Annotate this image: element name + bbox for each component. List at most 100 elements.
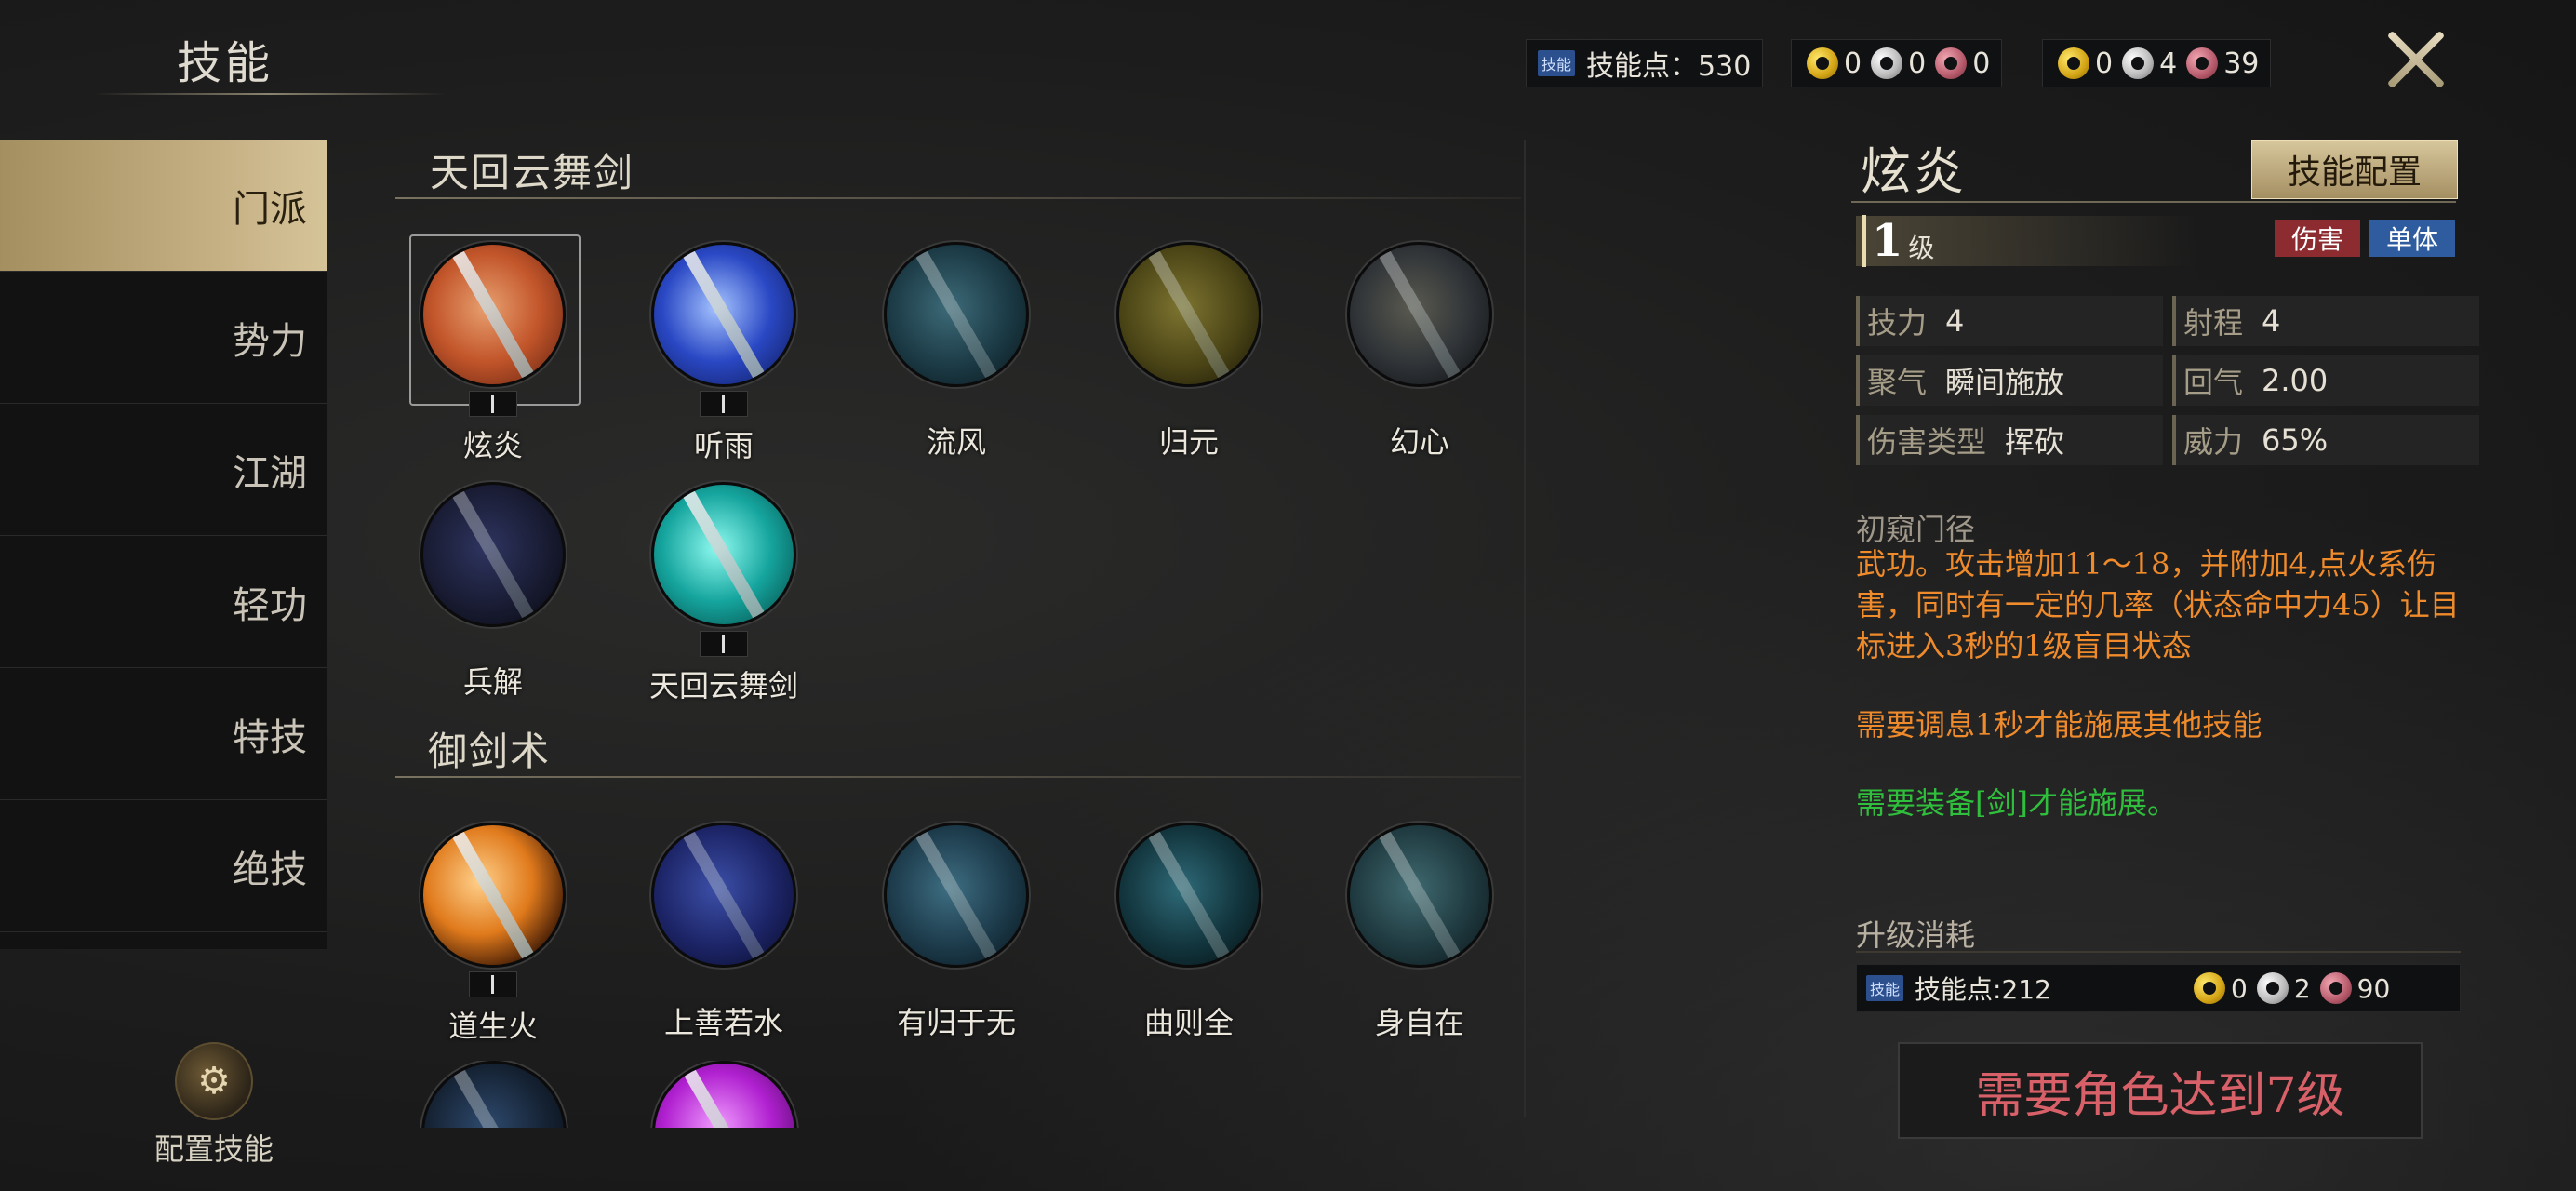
attr-charge: 聚气 瞬间施放 <box>1856 355 2163 406</box>
level-number: 1 <box>1862 215 1902 267</box>
gold-amount: 0 <box>1844 47 1862 80</box>
config-skill-button[interactable]: ⚙ 配置技能 <box>140 1042 288 1169</box>
skill-level-bar <box>469 971 517 997</box>
skill-name: 天回云舞剑 <box>648 668 798 703</box>
upgrade-cost-title: 升级消耗 <box>1856 917 1976 953</box>
attr-value: 挥砍 <box>2005 424 2065 460</box>
attr-might: 威力 65% <box>2172 415 2479 465</box>
attr-value: 65% <box>2262 422 2329 458</box>
currency-display-b: 0 4 39 <box>2042 39 2272 87</box>
skill-shangshan[interactable]: 上善若水 <box>645 823 803 1042</box>
flame-sword-icon <box>420 242 566 387</box>
damage-tag: 伤害 <box>2275 220 2360 257</box>
copper-amount: 0 <box>1972 47 1991 80</box>
copper-bound-icon <box>2186 47 2219 79</box>
skill-points-value: 技能点：530 <box>1586 50 1752 83</box>
skill-points-display: 技能 技能点：530 <box>1526 39 1764 87</box>
skill-detail-title: 炫炎 <box>1861 142 1967 201</box>
skill-name: 听雨 <box>693 428 754 463</box>
config-skill-label: 配置技能 <box>153 1131 274 1167</box>
skill-partial-icon[interactable] <box>421 1061 567 1128</box>
attr-regen: 回气 2.00 <box>2172 355 2479 406</box>
attr-value: 4 <box>1945 303 1965 339</box>
skill-level-bar <box>700 391 748 417</box>
skill-xuanyan[interactable]: 炫炎 <box>414 242 572 465</box>
section-title: 天回云舞剑 <box>430 150 635 195</box>
attr-label: 射程 <box>2172 296 2243 346</box>
skill-name: 幻心 <box>1389 424 1449 460</box>
close-icon[interactable] <box>2377 22 2451 97</box>
panel-divider <box>1524 140 1526 1117</box>
sidebar-item-faction[interactable]: 势力 <box>0 272 327 404</box>
skill-huanxin[interactable]: 幻心 <box>1341 242 1499 462</box>
return-sword-icon <box>1116 242 1261 387</box>
skill-quzequan[interactable]: 曲则全 <box>1110 823 1268 1042</box>
skill-level-bar <box>700 631 748 657</box>
detail-divider <box>1851 201 2456 203</box>
upgrade-copper: 90 <box>2356 972 2391 1004</box>
sidebar-item-label: 门派 <box>233 187 307 231</box>
cooldown-note: 需要调息1秒才能施展其他技能 <box>1856 707 2262 743</box>
skill-level-bar <box>469 391 517 417</box>
silver-bound-amount: 4 <box>2159 47 2178 80</box>
currency-display-a: 0 0 0 <box>1791 39 2003 87</box>
equipment-requirement: 需要装备[剑]才能施展。 <box>1856 785 2177 821</box>
silver-bound-icon <box>2122 47 2155 79</box>
skill-shenzizai[interactable]: 身自在 <box>1341 823 1499 1042</box>
upgrade-cost: 技能 技能点:212 0 2 90 <box>1856 964 2461 1012</box>
skill-name: 道生火 <box>447 1009 538 1044</box>
attr-power: 技力 4 <box>1856 296 2163 346</box>
skill-partial-icon[interactable] <box>652 1061 797 1128</box>
attr-label: 技力 <box>1856 296 1927 346</box>
skill-name: 流风 <box>926 424 986 460</box>
skill-guiyuan[interactable]: 归元 <box>1110 242 1268 462</box>
skill-name: 归元 <box>1158 424 1219 460</box>
single-target-tag: 单体 <box>2369 220 2455 257</box>
title-underline <box>93 93 447 95</box>
water-tao-icon <box>651 823 796 968</box>
attr-value: 瞬间施放 <box>1945 365 2065 400</box>
rain-sword-icon <box>651 242 796 387</box>
copper-coin-icon <box>1935 47 1968 79</box>
skill-tianhui[interactable]: 天回云舞剑 <box>645 482 803 705</box>
sidebar-item-label: 江湖 <box>233 451 307 495</box>
sidebar-item-label: 绝技 <box>233 848 307 891</box>
gold-bound-amount: 0 <box>2095 47 2114 80</box>
skill-yougui[interactable]: 有归于无 <box>877 823 1035 1042</box>
skill-name: 兵解 <box>462 664 523 700</box>
upgrade-gold: 0 <box>2231 972 2248 1004</box>
sidebar-item-special[interactable]: 特技 <box>0 668 327 800</box>
sidebar-item-qinggong[interactable]: 轻功 <box>0 536 327 668</box>
skill-name: 上善若水 <box>663 1005 783 1040</box>
silver-coin-icon <box>1871 47 1903 79</box>
config-skill-icon: ⚙ <box>175 1042 253 1120</box>
skill-config-button[interactable]: 技能配置 <box>2251 140 2458 199</box>
skill-liufeng[interactable]: 流风 <box>877 242 1035 462</box>
level-unit: 级 <box>1908 233 1935 263</box>
section-divider <box>395 776 1521 778</box>
wind-sword-icon <box>884 242 1029 387</box>
skill-row-partial <box>414 1061 1530 1128</box>
section-title: 御剑术 <box>428 729 552 774</box>
upgrade-divider <box>1856 951 2461 953</box>
skill-name: 炫炎 <box>462 428 523 463</box>
sidebar-item-label: 轻功 <box>233 583 307 627</box>
attr-label: 威力 <box>2172 415 2243 465</box>
attr-value: 2.00 <box>2262 363 2329 398</box>
attr-label: 回气 <box>2172 355 2243 406</box>
skill-level-display: 1 级 <box>1856 215 2196 267</box>
upgrade-points: 技能点:212 <box>1915 974 2051 1005</box>
level-requirement-button[interactable]: 需要角色达到7级 <box>1898 1042 2423 1139</box>
gold-coin-icon <box>2194 972 2226 1004</box>
attr-value: 4 <box>2262 303 2281 339</box>
skill-tingyu[interactable]: 听雨 <box>645 242 803 465</box>
sidebar-item-sect[interactable]: 门派 <box>0 140 327 272</box>
skill-bingjie[interactable]: 兵解 <box>414 482 572 702</box>
sidebar-item-label: 特技 <box>233 716 307 759</box>
attr-damage-type: 伤害类型 挥砍 <box>1856 415 2163 465</box>
skill-daoshenghuo[interactable]: 道生火 <box>414 823 572 1046</box>
copper-coin-icon <box>2319 972 2352 1004</box>
sidebar-item-jianghu[interactable]: 江湖 <box>0 404 327 536</box>
silver-coin-icon <box>2256 972 2289 1004</box>
sidebar-item-ultimate[interactable]: 绝技 <box>0 800 327 932</box>
